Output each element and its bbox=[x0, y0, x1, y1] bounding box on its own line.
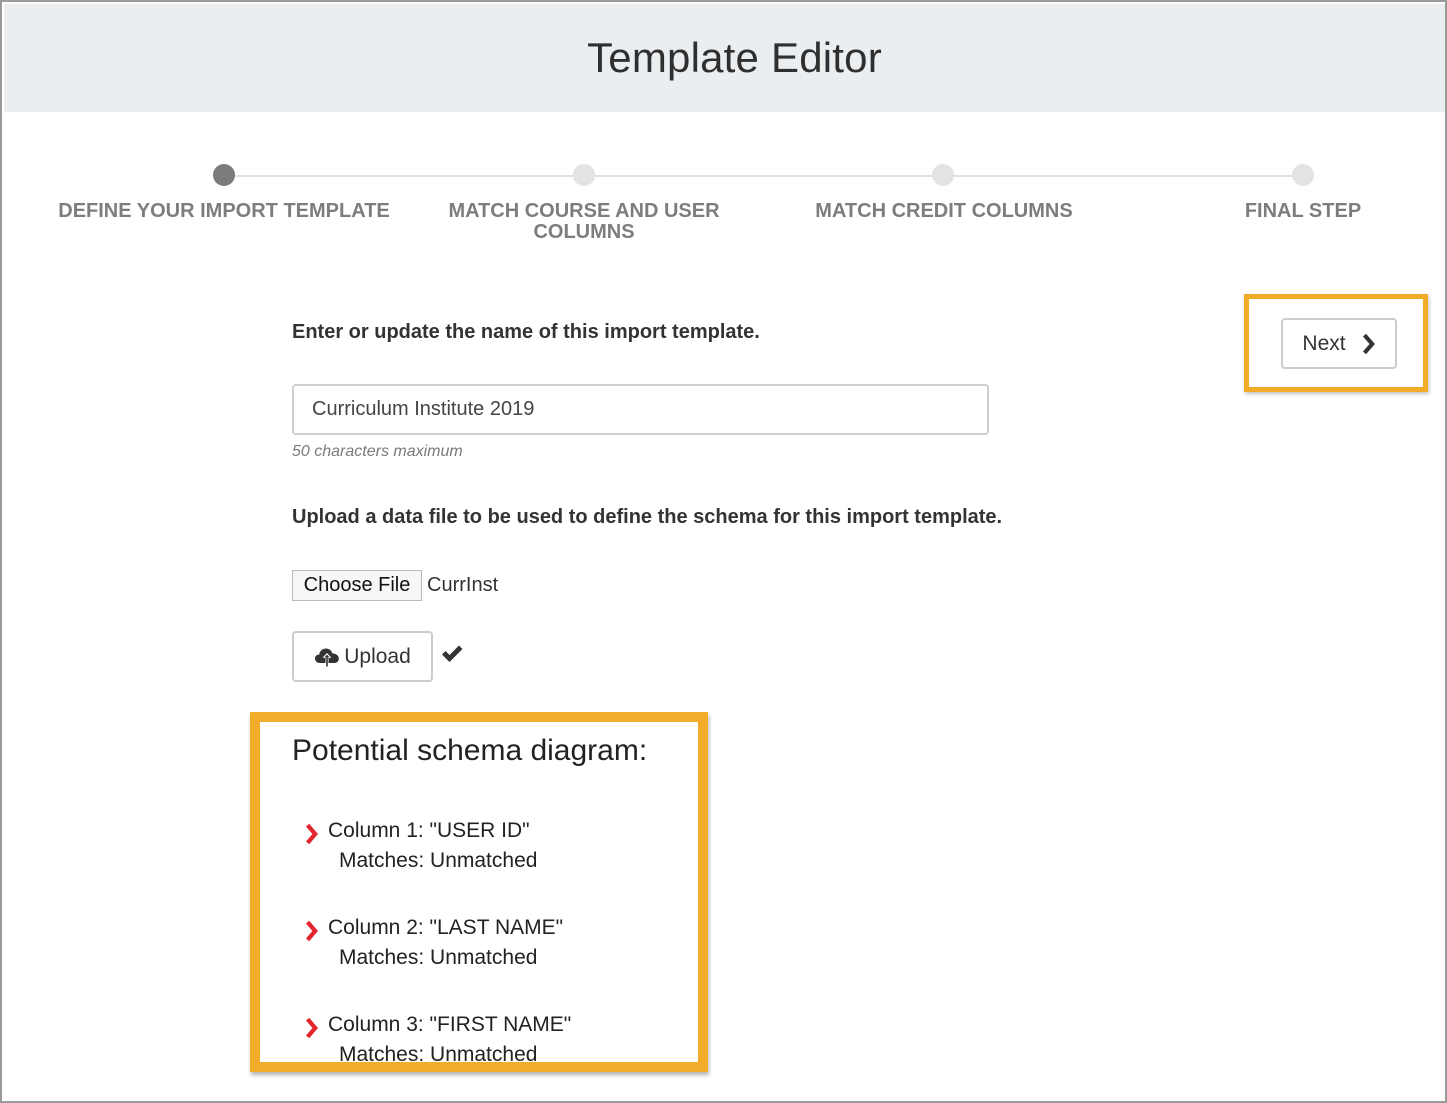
upload-prompt: Upload a data file to be used to define … bbox=[292, 506, 1003, 528]
schema-column-label: Column 1: "USER ID" bbox=[328, 819, 530, 842]
step-3-indicator bbox=[932, 164, 954, 186]
next-button-label: Next bbox=[1302, 331, 1346, 355]
step-3-label: MATCH CREDIT COLUMNS bbox=[815, 200, 1073, 222]
schema-column-matches: Matches: Unmatched bbox=[339, 1043, 538, 1066]
template-name-hint: 50 characters maximum bbox=[292, 443, 463, 460]
schema-diagram-panel: Potential schema diagram: Column 1: "USE… bbox=[250, 712, 708, 1072]
cloud-upload-icon bbox=[315, 648, 340, 666]
step-4-indicator bbox=[1292, 164, 1314, 186]
next-button[interactable]: Next bbox=[1281, 318, 1397, 369]
stepper-track bbox=[224, 175, 1303, 177]
choose-file-button[interactable]: Choose File bbox=[292, 570, 422, 601]
chevron-right-icon bbox=[306, 1017, 318, 1039]
step-4-label: FINAL STEP bbox=[1244, 200, 1362, 222]
upload-button-label: Upload bbox=[344, 644, 411, 668]
schema-column-matches: Matches: Unmatched bbox=[339, 946, 538, 969]
schema-diagram-title: Potential schema diagram: bbox=[292, 734, 648, 767]
checkmark-icon bbox=[442, 645, 463, 662]
template-name-prompt: Enter or update the name of this import … bbox=[292, 321, 760, 343]
chevron-right-icon bbox=[306, 823, 318, 845]
upload-button[interactable]: Upload bbox=[292, 631, 433, 682]
step-1-indicator bbox=[213, 164, 235, 186]
schema-column-label: Column 2: "LAST NAME" bbox=[328, 916, 564, 939]
template-name-input[interactable] bbox=[292, 384, 989, 435]
app-window: Template Editor DEFINE YOUR IMPORT TEMPL… bbox=[0, 0, 1447, 1103]
schema-column-label: Column 3: "FIRST NAME" bbox=[328, 1013, 572, 1036]
schema-column-matches: Matches: Unmatched bbox=[339, 849, 538, 872]
step-2-label: MATCH COURSE AND USER COLUMNS bbox=[448, 200, 720, 243]
step-1-label: DEFINE YOUR IMPORT TEMPLATE bbox=[58, 200, 390, 222]
chosen-file-name: CurrInst bbox=[427, 574, 499, 596]
chevron-right-icon bbox=[1362, 333, 1375, 354]
step-2-indicator bbox=[573, 164, 595, 186]
progress-stepper: DEFINE YOUR IMPORT TEMPLATE MATCH COURSE… bbox=[2, 2, 1445, 262]
chevron-right-icon bbox=[306, 920, 318, 942]
